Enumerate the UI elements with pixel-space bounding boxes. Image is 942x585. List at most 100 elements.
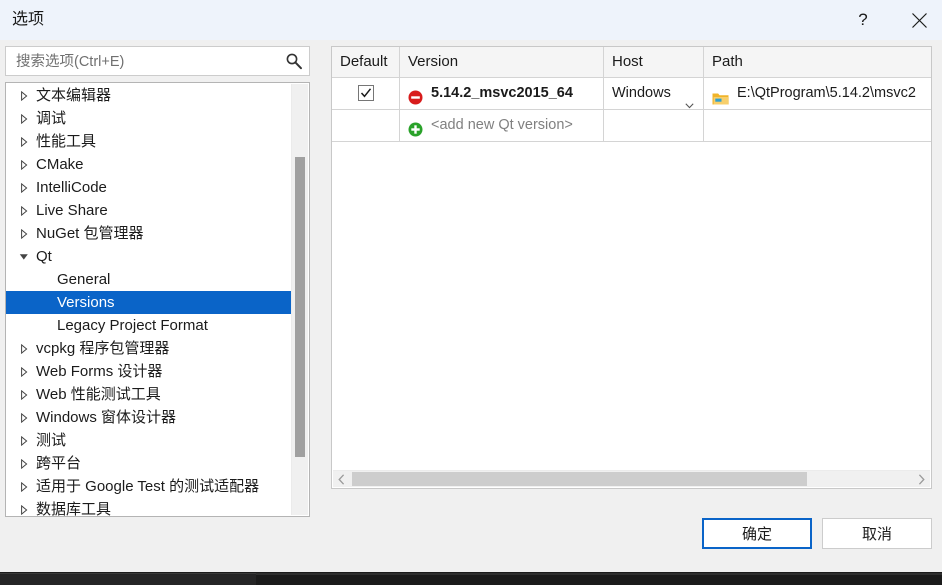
tree-item-label: Web 性能测试工具 [36, 386, 161, 403]
tree-item-label: Live Share [36, 202, 108, 219]
triangle-right-icon[interactable] [18, 176, 30, 199]
tree-item-0[interactable]: 文本编辑器 [6, 84, 292, 107]
close-x-icon [911, 12, 928, 29]
tree-item-label: 文本编辑器 [36, 87, 112, 104]
tree-item-15[interactable]: 测试 [6, 429, 292, 452]
triangle-right-icon[interactable] [18, 130, 30, 153]
tree-item-5[interactable]: Live Share [6, 199, 292, 222]
background-divider [256, 573, 942, 575]
folder-icon [712, 87, 729, 105]
triangle-right-icon[interactable] [18, 383, 30, 406]
add-circle-icon[interactable] [408, 118, 423, 137]
tree-vertical-scrollbar[interactable] [291, 84, 308, 515]
title-bar: 选项 ? [0, 0, 942, 40]
table-row-add-new[interactable]: <add new Qt version> [332, 110, 931, 142]
tree-item-17[interactable]: 适用于 Google Test 的测试适配器 [6, 475, 292, 498]
grid-header-row: Default Version Host Path [332, 47, 931, 78]
background-window-strip [0, 573, 256, 585]
column-header-default[interactable]: Default [332, 47, 400, 77]
tree-item-7[interactable]: Qt [6, 245, 292, 268]
path-label: E:\QtProgram\5.14.2\msvc2 [737, 85, 916, 101]
tree-item-label: IntelliCode [36, 179, 107, 196]
triangle-right-icon[interactable] [18, 84, 30, 107]
cell-path-empty[interactable] [704, 110, 931, 141]
tree-item-label: 测试 [36, 432, 67, 449]
search-input[interactable] [14, 47, 283, 77]
triangle-right-icon[interactable] [18, 222, 30, 245]
triangle-right-icon[interactable] [18, 429, 30, 452]
tree-item-label: 性能工具 [36, 133, 97, 150]
tree-item-4[interactable]: IntelliCode [6, 176, 292, 199]
triangle-right-icon[interactable] [18, 475, 30, 498]
tree-item-13[interactable]: Web 性能测试工具 [6, 383, 292, 406]
ok-button[interactable]: 确定 [702, 518, 812, 549]
dialog-title: 选项 [12, 11, 45, 28]
cell-path[interactable]: E:\QtProgram\5.14.2\msvc2 [704, 78, 931, 109]
cell-host[interactable]: Windows [604, 78, 704, 109]
triangle-right-icon[interactable] [18, 153, 30, 176]
tree-item-label: NuGet 包管理器 [36, 225, 144, 242]
cell-default-empty[interactable] [332, 110, 400, 141]
cell-add-new-version[interactable]: <add new Qt version> [400, 110, 604, 141]
column-header-version[interactable]: Version [400, 47, 604, 77]
tree-item-10[interactable]: Legacy Project Format [6, 314, 292, 337]
tree-item-label: Qt [36, 248, 52, 265]
triangle-right-icon[interactable] [18, 337, 30, 360]
triangle-right-icon[interactable] [18, 452, 30, 475]
close-button[interactable] [896, 0, 942, 40]
error-circle-icon [408, 86, 423, 105]
tree-item-label: Web Forms 设计器 [36, 363, 163, 380]
add-new-version-label[interactable]: <add new Qt version> [431, 110, 573, 141]
options-category-tree[interactable]: 文本编辑器调试性能工具 CMake IntelliCode Live Share NuG… [5, 82, 310, 517]
tree-item-label: Versions [57, 294, 115, 311]
tree-scrollbar-thumb[interactable] [295, 157, 305, 457]
tree-item-label: 调试 [36, 110, 67, 127]
tree-item-18[interactable]: 数据库工具 [6, 498, 292, 517]
tree-item-label: 跨平台 [36, 455, 82, 472]
tree-item-16[interactable]: 跨平台 [6, 452, 292, 475]
search-box[interactable] [5, 46, 310, 77]
host-label: Windows [612, 85, 671, 101]
cell-default[interactable] [332, 78, 400, 109]
tree-item-14[interactable]: Windows 窗体设计器 [6, 406, 292, 429]
tree-item-1[interactable]: 调试 [6, 107, 292, 130]
cell-host-empty[interactable] [604, 110, 704, 141]
tree-item-label: General [57, 271, 111, 288]
chevron-left-icon[interactable] [333, 471, 350, 487]
tree-item-6[interactable]: NuGet 包管理器 [6, 222, 292, 245]
tree-item-3[interactable]: CMake [6, 153, 292, 176]
triangle-right-icon[interactable] [18, 107, 30, 130]
tree-item-label: CMake [36, 156, 84, 173]
column-header-path[interactable]: Path [704, 47, 931, 77]
column-header-host[interactable]: Host [604, 47, 704, 77]
grid-horizontal-scrollbar[interactable] [333, 470, 930, 487]
default-checkbox[interactable] [357, 85, 374, 101]
tree-list: 文本编辑器调试性能工具 CMake IntelliCode Live Share NuG… [6, 84, 292, 517]
question-mark-icon: ? [858, 10, 868, 29]
help-button[interactable]: ? [840, 0, 886, 40]
tree-item-2[interactable]: 性能工具 [6, 130, 292, 153]
triangle-right-icon[interactable] [18, 199, 30, 222]
tree-item-label: 数据库工具 [36, 501, 112, 517]
grid-scrollbar-thumb[interactable] [352, 472, 807, 486]
options-dialog: 选项 ? 文本编辑器调试性能工具 CMake IntelliCode Live Sha… [0, 0, 942, 572]
tree-item-label: Legacy Project Format [57, 317, 208, 334]
tree-item-9[interactable]: Versions [6, 291, 292, 314]
triangle-right-icon[interactable] [18, 360, 30, 383]
triangle-right-icon[interactable] [18, 406, 30, 429]
cell-version[interactable]: 5.14.2_msvc2015_64 [400, 78, 604, 109]
tree-item-12[interactable]: Web Forms 设计器 [6, 360, 292, 383]
tree-item-8[interactable]: General [6, 268, 292, 291]
search-icon[interactable] [285, 52, 303, 70]
triangle-down-icon[interactable] [18, 245, 30, 268]
triangle-right-icon[interactable] [18, 498, 30, 516]
version-label: 5.14.2_msvc2015_64 [431, 85, 573, 101]
cancel-button[interactable]: 取消 [822, 518, 932, 549]
qt-versions-grid[interactable]: Default Version Host Path 5.14.2_msvc201… [331, 46, 932, 489]
tree-item-label: vcpkg 程序包管理器 [36, 340, 170, 357]
table-row[interactable]: 5.14.2_msvc2015_64 Windows E:\QtProgram\… [332, 78, 931, 110]
chevron-right-icon[interactable] [913, 471, 930, 487]
tree-item-11[interactable]: vcpkg 程序包管理器 [6, 337, 292, 360]
tree-item-label: 适用于 Google Test 的测试适配器 [36, 478, 260, 495]
chevron-down-icon[interactable] [685, 90, 694, 109]
